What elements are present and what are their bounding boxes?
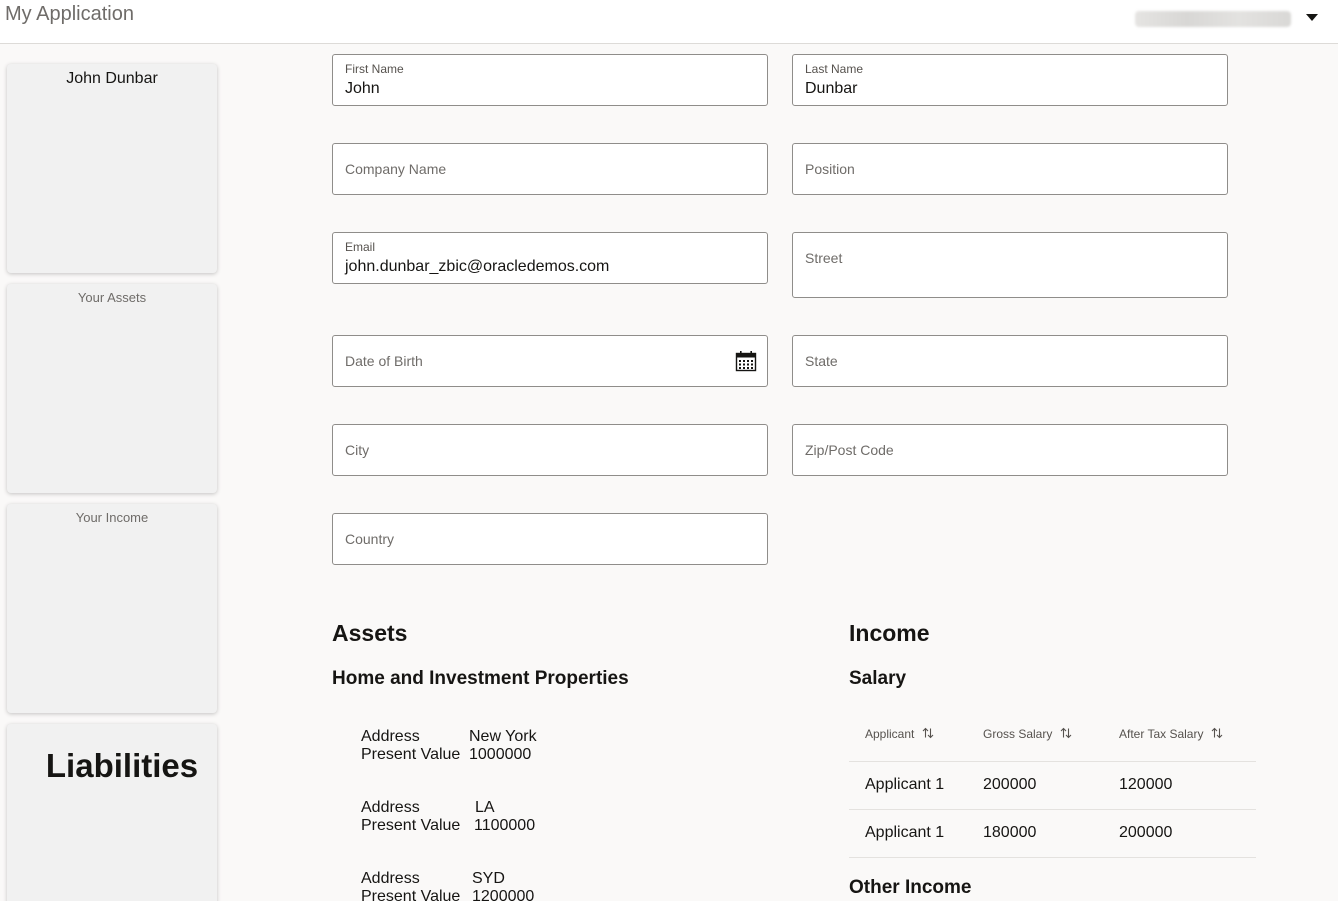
app-header: My Application (0, 0, 1338, 44)
zip-placeholder: Zip/Post Code (805, 442, 894, 458)
email-label: Email (345, 240, 376, 254)
street-field[interactable]: Street (792, 232, 1228, 298)
country-placeholder: Country (345, 531, 395, 547)
property-address: SYD (472, 870, 505, 887)
liabilities-card[interactable]: Liabilities (7, 724, 217, 901)
last-name-label: Last Name (805, 62, 864, 76)
salary-heading: Salary (849, 668, 907, 689)
present-value-label: Present Value (361, 888, 461, 901)
profile-card[interactable]: John Dunbar (7, 64, 217, 273)
date-of-birth-field[interactable]: Date of Birth (332, 335, 768, 387)
first-name-label: First Name (345, 62, 404, 76)
property-address: New York (469, 728, 537, 745)
city-placeholder: City (345, 442, 370, 458)
income-heading: Income (849, 620, 930, 646)
properties-heading: Home and Investment Properties (332, 668, 629, 689)
column-header-applicant[interactable]: Applicant (865, 727, 934, 741)
email-value: john.dunbar_zbic@oracledemos.com (345, 258, 610, 275)
date-of-birth-placeholder: Date of Birth (345, 353, 423, 369)
other-income-heading: Other Income (849, 877, 972, 898)
app-title: My Application (5, 3, 134, 25)
company-name-field[interactable]: Company Name (332, 143, 768, 195)
sort-icon[interactable] (1211, 727, 1223, 739)
last-name-field[interactable]: Last Name Dunbar (792, 54, 1228, 106)
street-placeholder: Street (805, 250, 843, 266)
sort-icon[interactable] (1060, 727, 1072, 739)
property-item: Address SYD Present Value 1200000 (361, 870, 534, 901)
property-address: LA (475, 799, 495, 816)
last-name-value: Dunbar (805, 80, 858, 97)
email-field[interactable]: Email john.dunbar_zbic@oracledemos.com (332, 232, 768, 284)
city-field[interactable]: City (332, 424, 768, 476)
cell-gross-salary: 180000 (983, 824, 1037, 841)
first-name-value: John (345, 80, 380, 97)
cell-after-tax-salary: 120000 (1119, 776, 1173, 793)
assets-heading: Assets (332, 620, 408, 646)
state-field[interactable]: State (792, 335, 1228, 387)
country-field[interactable]: Country (332, 513, 768, 565)
property-value: 1100000 (474, 817, 536, 834)
cell-gross-salary: 200000 (983, 776, 1037, 793)
property-item: Address New York Present Value 1000000 (361, 728, 537, 764)
income-card-title: Your Income (75, 510, 149, 525)
property-value: 1200000 (472, 888, 535, 901)
first-name-field[interactable]: First Name John (332, 54, 768, 106)
address-label: Address (361, 799, 420, 816)
user-name-blurred[interactable] (1135, 11, 1291, 27)
column-header-gross-salary[interactable]: Gross Salary (983, 727, 1072, 741)
column-header-after-tax-salary[interactable]: After Tax Salary (1119, 727, 1223, 741)
company-name-placeholder: Company Name (345, 161, 447, 177)
cell-applicant: Applicant 1 (865, 776, 945, 793)
income-card[interactable]: Your Income (7, 504, 217, 713)
table-divider (849, 809, 1256, 810)
address-label: Address (361, 870, 420, 887)
profile-card-title: John Dunbar (66, 70, 158, 87)
present-value-label: Present Value (361, 817, 461, 834)
present-value-label: Present Value (361, 746, 461, 763)
table-divider (849, 761, 1256, 762)
sort-icon[interactable] (922, 727, 934, 739)
cell-after-tax-salary: 200000 (1119, 824, 1173, 841)
property-value: 1000000 (469, 746, 532, 763)
chevron-down-icon[interactable] (1305, 12, 1319, 24)
liabilities-card-title: Liabilities (45, 747, 199, 784)
cell-applicant: Applicant 1 (865, 824, 945, 841)
position-field[interactable]: Position (792, 143, 1228, 195)
position-placeholder: Position (805, 161, 855, 177)
table-divider (849, 857, 1256, 858)
property-item: Address LA Present Value 1100000 (361, 799, 535, 835)
calendar-icon[interactable] (735, 350, 757, 372)
assets-card[interactable]: Your Assets (7, 284, 217, 493)
state-placeholder: State (805, 353, 838, 369)
assets-card-title: Your Assets (77, 290, 147, 305)
address-label: Address (361, 728, 420, 745)
zip-field[interactable]: Zip/Post Code (792, 424, 1228, 476)
